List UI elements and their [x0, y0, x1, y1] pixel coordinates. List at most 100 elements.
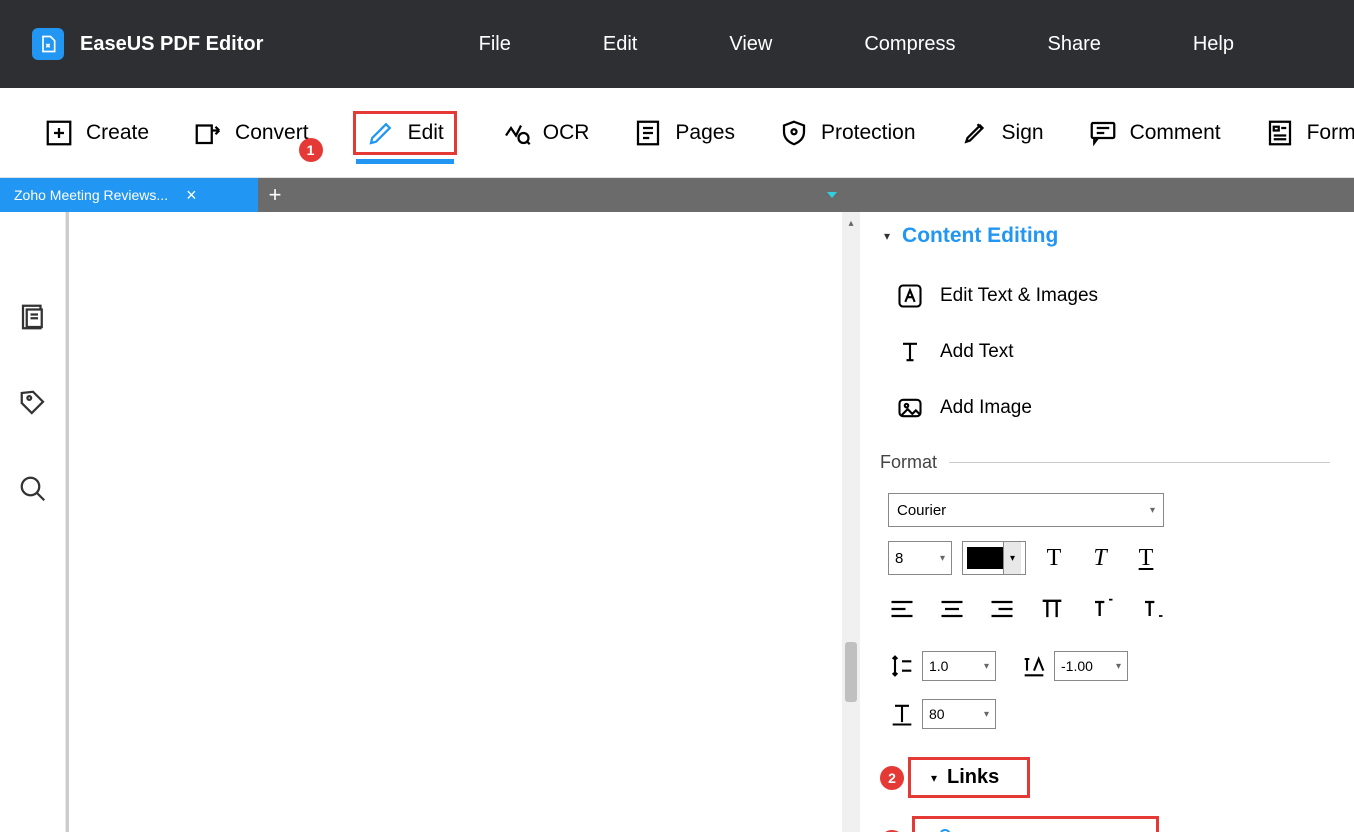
links-section: 2 ▾ Links — [860, 757, 1354, 798]
align-center-button[interactable] — [938, 595, 966, 623]
width-select[interactable]: 80 ▾ — [922, 699, 996, 729]
document-tab[interactable]: Zoho Meeting Reviews... × — [0, 178, 258, 212]
convert-icon — [193, 118, 223, 148]
links-header[interactable]: ▾ Links — [908, 757, 1030, 798]
main-area: ▴ ▾ Content Editing Edit Text & Images A… — [0, 212, 1354, 832]
tab-add-button[interactable]: + — [258, 178, 292, 212]
menu-compress[interactable]: Compress — [864, 33, 955, 56]
comment-icon — [1088, 118, 1118, 148]
add-image-button[interactable]: Add Image — [860, 380, 1354, 436]
align-left-button[interactable] — [888, 595, 916, 623]
vertical-scrollbar[interactable]: ▴ — [842, 212, 860, 832]
app-logo — [32, 28, 64, 60]
image-icon — [896, 394, 924, 422]
links-title: Links — [947, 766, 999, 789]
line-height-value: 1.0 — [929, 658, 948, 674]
add-text-label: Add Text — [940, 341, 1014, 363]
color-swatch — [967, 547, 1003, 569]
subscript-button[interactable] — [1138, 595, 1166, 623]
menu-edit[interactable]: Edit — [603, 33, 637, 56]
char-spacing-select[interactable]: -1.00 ▾ — [1054, 651, 1128, 681]
caret-down-icon: ▾ — [884, 229, 890, 243]
tag-icon[interactable] — [18, 388, 48, 418]
align-top-button[interactable] — [1038, 595, 1066, 623]
search-icon[interactable] — [18, 474, 48, 504]
forms-icon — [1265, 118, 1295, 148]
tool-sign[interactable]: Sign — [960, 118, 1044, 148]
font-select[interactable]: Courier ▾ — [888, 493, 1164, 527]
tool-convert[interactable]: Convert 1 — [193, 118, 309, 148]
tab-close-icon[interactable]: × — [186, 185, 197, 206]
format-label: Format — [880, 452, 937, 473]
tool-comment[interactable]: Comment — [1088, 118, 1221, 148]
tool-ocr-label: OCR — [543, 121, 590, 145]
chevron-down-icon: ▾ — [1003, 542, 1021, 574]
edit-text-images-button[interactable]: Edit Text & Images — [860, 268, 1354, 324]
tool-pages-label: Pages — [675, 121, 735, 145]
callout-badge-2: 2 — [880, 766, 904, 790]
tool-sign-label: Sign — [1002, 121, 1044, 145]
ocr-icon — [501, 118, 531, 148]
tool-protection[interactable]: Protection — [779, 118, 916, 148]
width-icon — [888, 700, 916, 728]
text-box-icon — [896, 282, 924, 310]
font-size-select[interactable]: 8 ▾ — [888, 541, 952, 575]
tool-ocr[interactable]: OCR — [501, 118, 590, 148]
pages-icon — [633, 118, 663, 148]
toolbar: Create Convert 1 Edit OCR Pages Protecti… — [0, 88, 1354, 178]
tabbar: Zoho Meeting Reviews... × + — [0, 178, 1354, 212]
font-size-value: 8 — [895, 550, 903, 567]
underline-button[interactable]: T — [1128, 541, 1164, 575]
tool-comment-label: Comment — [1130, 121, 1221, 145]
font-color-button[interactable]: ▾ — [962, 541, 1026, 575]
menu-file[interactable]: File — [479, 33, 511, 56]
tool-forms[interactable]: Forms — [1265, 118, 1354, 148]
tool-protection-label: Protection — [821, 121, 916, 145]
bold-button[interactable]: T — [1036, 541, 1072, 575]
edit-text-images-label: Edit Text & Images — [940, 285, 1098, 307]
thumbnails-icon[interactable] — [18, 302, 48, 332]
tool-pages[interactable]: Pages — [633, 118, 735, 148]
tool-convert-label: Convert — [235, 121, 309, 145]
tabbar-dropdown[interactable] — [822, 178, 842, 212]
left-rail — [0, 212, 66, 832]
link-icon — [929, 827, 953, 832]
sign-icon — [960, 118, 990, 148]
menu-share[interactable]: Share — [1047, 33, 1100, 56]
plus-box-icon — [44, 118, 74, 148]
char-spacing-value: -1.00 — [1061, 658, 1093, 674]
tool-edit-active-underline — [356, 159, 454, 164]
pencil-icon — [366, 118, 396, 148]
width-value: 80 — [929, 706, 945, 722]
tool-forms-label: Forms — [1307, 121, 1354, 145]
format-header: Format — [860, 444, 1354, 481]
superscript-button[interactable] — [1088, 595, 1116, 623]
shield-icon — [779, 118, 809, 148]
menu-help[interactable]: Help — [1193, 33, 1234, 56]
chevron-down-icon: ▾ — [940, 553, 945, 564]
add-text-button[interactable]: Add Text — [860, 324, 1354, 380]
text-icon — [896, 338, 924, 366]
insert-rectangle-link-button[interactable]: Insert Rectangle Link — [912, 816, 1159, 832]
tool-edit[interactable]: Edit — [366, 118, 444, 148]
menu-items: File Edit View Compress Share Help — [479, 33, 1234, 56]
italic-button[interactable]: T — [1082, 541, 1118, 575]
insert-link-row: 3 Insert Rectangle Link — [860, 816, 1354, 832]
align-right-button[interactable] — [988, 595, 1016, 623]
tool-create-label: Create — [86, 121, 149, 145]
scroll-up-icon[interactable]: ▴ — [842, 212, 860, 234]
app-title: EaseUS PDF Editor — [80, 33, 263, 56]
format-divider — [949, 462, 1330, 463]
line-height-select[interactable]: 1.0 ▾ — [922, 651, 996, 681]
chevron-down-icon: ▾ — [984, 661, 989, 672]
scroll-thumb[interactable] — [845, 642, 857, 702]
tool-edit-highlight: Edit — [353, 111, 457, 155]
char-spacing-control: -1.00 ▾ — [1020, 651, 1128, 681]
font-value: Courier — [897, 502, 946, 519]
chevron-down-icon: ▾ — [1150, 505, 1155, 516]
menu-view[interactable]: View — [729, 33, 772, 56]
document-canvas[interactable]: ▴ — [66, 212, 860, 832]
chevron-down-icon: ▾ — [984, 709, 989, 720]
content-editing-header[interactable]: ▾ Content Editing — [860, 224, 1354, 248]
tool-create[interactable]: Create — [44, 118, 149, 148]
